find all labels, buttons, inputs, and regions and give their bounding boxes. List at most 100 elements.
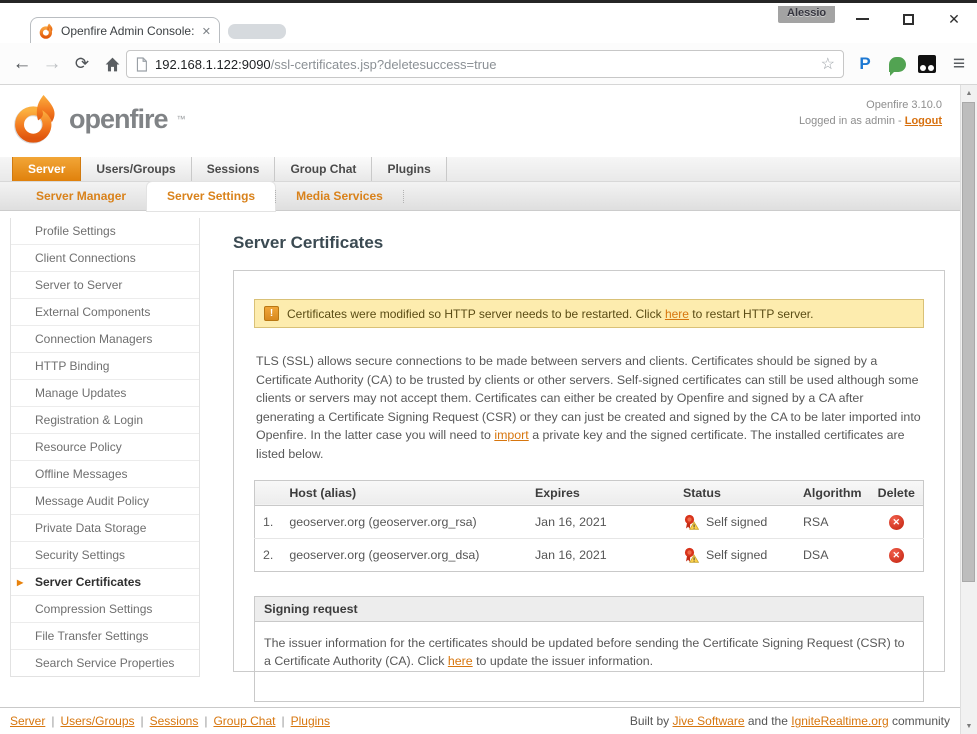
table-row: 2. geoserver.org (geoserver.org_dsa) Jan… xyxy=(255,538,924,571)
openfire-favicon xyxy=(39,23,55,39)
header-num xyxy=(255,480,282,505)
sidebar-item-server-certificates[interactable]: ▶Server Certificates xyxy=(11,569,199,596)
openfire-logo[interactable]: openfire ™ xyxy=(12,93,186,145)
logo-text: openfire xyxy=(69,104,168,135)
url-text: 192.168.1.122:9090/ssl-certificates.jsp?… xyxy=(155,57,814,72)
signing-request-title: Signing request xyxy=(255,597,923,622)
restart-http-link[interactable]: here xyxy=(665,307,689,321)
browser-tab[interactable]: Openfire Admin Console: ✕ xyxy=(30,17,220,44)
browser-toolbar: ← → ⟳ 192.168.1.122:9090/ssl-certificate… xyxy=(0,43,977,85)
masthead: openfire ™ Openfire 3.10.0 Logged in as a… xyxy=(0,85,960,157)
header-algorithm: Algorithm xyxy=(795,480,870,505)
page-icon xyxy=(135,57,148,72)
active-item-arrow-icon: ▶ xyxy=(17,576,23,590)
sidebar-item-connection-managers[interactable]: Connection Managers xyxy=(11,326,199,353)
subtab-server-manager[interactable]: Server Manager xyxy=(16,182,146,211)
warning-banner: ! Certificates were modified so HTTP ser… xyxy=(254,299,924,328)
self-signed-cert-icon xyxy=(683,514,699,530)
sidebar-item-external-components[interactable]: External Components xyxy=(11,299,199,326)
igniterealtime-link[interactable]: IgniteRealtime.org xyxy=(791,714,888,728)
sidebar-item-search-service-properties[interactable]: Search Service Properties xyxy=(11,650,199,676)
sidebar-item-offline-messages[interactable]: Offline Messages xyxy=(11,461,199,488)
sidebar-item-profile-settings[interactable]: Profile Settings xyxy=(11,218,199,245)
home-icon[interactable] xyxy=(98,43,126,85)
footer-link-group-chat[interactable]: Group Chat xyxy=(213,714,275,728)
footer-separator: | xyxy=(282,714,285,728)
forward-icon[interactable]: → xyxy=(38,43,66,85)
sidebar-item-client-connections[interactable]: Client Connections xyxy=(11,245,199,272)
delete-cert-icon[interactable]: ✕ xyxy=(889,548,904,563)
tab-plugins[interactable]: Plugins xyxy=(372,157,446,181)
maximize-icon xyxy=(903,14,914,25)
maximize-button[interactable] xyxy=(892,8,924,30)
url-host: 192.168.1.122:9090 xyxy=(155,57,271,72)
green-bubble-icon xyxy=(889,57,906,72)
sub-nav: Server Manager Server Settings Media Ser… xyxy=(0,182,960,211)
sidebar-item-http-binding[interactable]: HTTP Binding xyxy=(11,353,199,380)
scroll-up-icon[interactable]: ▲ xyxy=(961,85,977,101)
new-tab-button[interactable] xyxy=(228,24,286,39)
tab-sessions[interactable]: Sessions xyxy=(192,157,276,181)
sidebar-item-resource-policy[interactable]: Resource Policy xyxy=(11,434,199,461)
footer-separator: | xyxy=(204,714,207,728)
row-number: 2. xyxy=(255,538,282,571)
tab-server[interactable]: Server xyxy=(12,157,81,181)
sidebar-item-file-transfer-settings[interactable]: File Transfer Settings xyxy=(11,623,199,650)
import-link[interactable]: import xyxy=(494,428,528,442)
browser-titlebar: Openfire Admin Console: ✕ Alessio ✕ xyxy=(0,3,977,43)
cert-expires: Jan 16, 2021 xyxy=(527,505,675,538)
page-footer: Server|Users/Groups|Sessions|Group Chat|… xyxy=(0,707,960,734)
footer-separator: | xyxy=(141,714,144,728)
scroll-down-icon[interactable]: ▼ xyxy=(961,718,977,734)
footer-link-plugins[interactable]: Plugins xyxy=(291,714,330,728)
extension-box-icon[interactable] xyxy=(914,43,940,85)
sidebar-item-manage-updates[interactable]: Manage Updates xyxy=(11,380,199,407)
sidebar-item-server-to-server[interactable]: Server to Server xyxy=(11,272,199,299)
scrollbar-thumb[interactable] xyxy=(962,102,975,582)
extension-p-icon[interactable]: P xyxy=(852,43,878,85)
footer-credits: Built by Jive Software and the IgniteRea… xyxy=(630,714,950,728)
sidebar-item-message-audit-policy[interactable]: Message Audit Policy xyxy=(11,488,199,515)
footer-link-server[interactable]: Server xyxy=(10,714,45,728)
address-bar[interactable]: 192.168.1.122:9090/ssl-certificates.jsp?… xyxy=(126,50,844,78)
minimize-button[interactable] xyxy=(846,8,878,30)
logo-trademark: ™ xyxy=(177,114,186,124)
update-issuer-link[interactable]: here xyxy=(448,654,473,668)
footer-link-users-groups[interactable]: Users/Groups xyxy=(60,714,134,728)
vertical-scrollbar[interactable]: ▲ ▼ xyxy=(960,85,977,734)
subtab-media-services[interactable]: Media Services xyxy=(276,182,403,211)
footer-nav: Server|Users/Groups|Sessions|Group Chat|… xyxy=(10,714,330,728)
sidebar-item-compression-settings[interactable]: Compression Settings xyxy=(11,596,199,623)
warning-text: Certificates were modified so HTTP serve… xyxy=(287,307,813,321)
header-host: Host (alias) xyxy=(281,480,527,505)
jive-software-link[interactable]: Jive Software xyxy=(673,714,745,728)
row-number: 1. xyxy=(255,505,282,538)
tab-users-groups[interactable]: Users/Groups xyxy=(81,157,191,181)
close-button[interactable]: ✕ xyxy=(938,8,970,30)
table-row: 1. geoserver.org (geoserver.org_rsa) Jan… xyxy=(255,505,924,538)
version-text: Openfire 3.10.0 xyxy=(799,97,942,113)
cert-expires: Jan 16, 2021 xyxy=(527,538,675,571)
reload-icon[interactable]: ⟳ xyxy=(68,43,96,85)
sidebar-item-registration-login[interactable]: Registration & Login xyxy=(11,407,199,434)
browser-menu-icon[interactable]: ≡ xyxy=(946,43,972,85)
cert-status: Self signed xyxy=(706,548,767,562)
profile-badge[interactable]: Alessio xyxy=(778,6,835,23)
main-nav: Server Users/Groups Sessions Group Chat … xyxy=(0,157,960,182)
extension-bubble-icon[interactable] xyxy=(884,43,910,85)
subtab-server-settings[interactable]: Server Settings xyxy=(147,182,275,211)
cert-algorithm: RSA xyxy=(795,505,870,538)
footer-link-sessions[interactable]: Sessions xyxy=(150,714,199,728)
bookmark-star-icon[interactable]: ☆ xyxy=(821,54,835,74)
sidebar-item-security-settings[interactable]: Security Settings xyxy=(11,542,199,569)
delete-cert-icon[interactable]: ✕ xyxy=(889,515,904,530)
back-icon[interactable]: ← xyxy=(8,43,36,85)
self-signed-cert-icon xyxy=(683,547,699,563)
tab-title: Openfire Admin Console: xyxy=(61,24,196,38)
tab-group-chat[interactable]: Group Chat xyxy=(275,157,372,181)
login-status-text: Logged in as admin - xyxy=(799,115,905,127)
sidebar-item-private-data-storage[interactable]: Private Data Storage xyxy=(11,515,199,542)
tab-close-icon[interactable]: ✕ xyxy=(202,25,211,38)
logout-link[interactable]: Logout xyxy=(905,115,942,127)
table-header-row: Host (alias) Expires Status Algorithm De… xyxy=(255,480,924,505)
